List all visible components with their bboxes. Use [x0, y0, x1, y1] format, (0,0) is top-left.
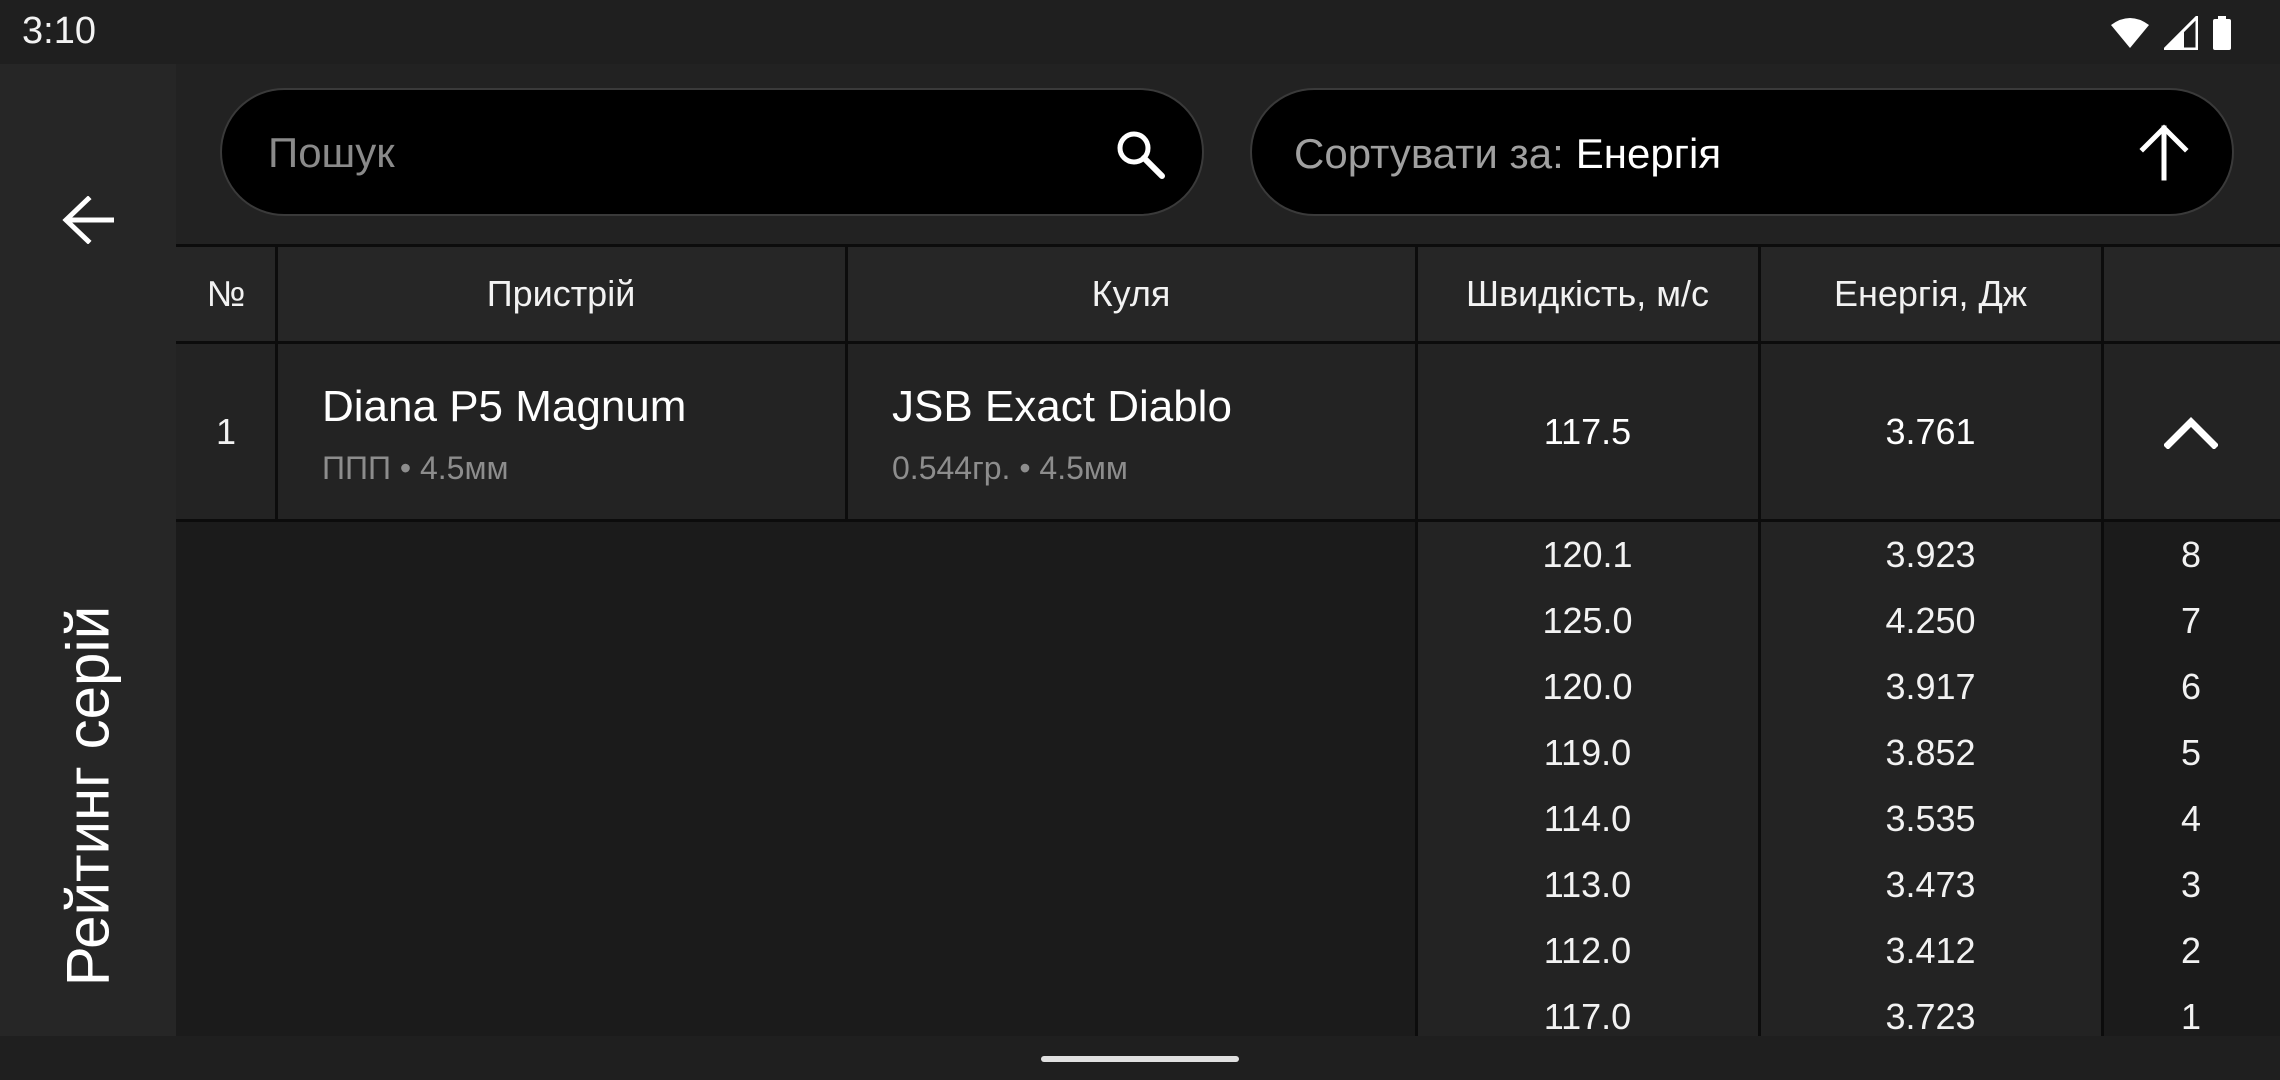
header-extra	[2102, 247, 2280, 341]
shot-row: 125.0 4.250 7	[176, 588, 2280, 654]
shot-energy: 3.723	[1885, 996, 1976, 1036]
header-energy[interactable]: Енергія, Дж	[1759, 247, 2102, 341]
status-icons	[2110, 16, 2232, 50]
divider	[845, 344, 848, 519]
wifi-icon	[2111, 18, 2149, 48]
shot-energy: 4.250	[1885, 600, 1976, 641]
shot-row: 113.0 3.473 3	[176, 852, 2280, 918]
divider	[2101, 247, 2104, 341]
back-button[interactable]	[50, 182, 126, 258]
shot-energy: 3.852	[1885, 732, 1976, 773]
battery-icon	[2213, 16, 2231, 50]
shot-velocity: 114.0	[1543, 798, 1632, 839]
search-bar	[220, 88, 1204, 216]
table-header: № Пристрій Куля Швидкість, м/с Енергія, …	[176, 244, 2280, 344]
shot-index: 7	[2180, 600, 2202, 641]
divider	[1758, 344, 1761, 519]
shot-velocity: 117.0	[1543, 996, 1632, 1036]
bullet-info: 0.544гр. • 4.5мм	[892, 450, 1128, 486]
screen-title: Рейтинг серій	[54, 605, 122, 987]
device-info: ППП • 4.5мм	[322, 450, 509, 486]
bullet-name: JSB Exact Diablo	[892, 382, 1232, 431]
navigation-bar	[0, 1036, 2280, 1080]
shot-list[interactable]: 120.1 3.923 8 125.0 4.250 7 120.0 3.917 …	[176, 522, 2280, 1036]
shot-velocity: 120.1	[1542, 534, 1633, 575]
divider	[1415, 247, 1418, 341]
divider	[845, 247, 848, 341]
collapse-button[interactable]	[2102, 344, 2280, 519]
shot-energy: 3.412	[1885, 930, 1976, 971]
divider	[275, 344, 278, 519]
shot-index: 6	[2180, 666, 2202, 707]
shot-index: 1	[2180, 996, 2202, 1036]
side-rail: Рейтинг серій	[0, 64, 176, 1036]
device-name: Diana P5 Magnum	[322, 382, 687, 431]
cell-signal-icon	[2164, 16, 2198, 50]
sort-label: Сортувати за:	[1294, 130, 1564, 177]
shot-row: 119.0 3.852 5	[176, 720, 2280, 786]
row-number: 1	[215, 410, 237, 452]
chevron-up-icon	[2164, 416, 2218, 449]
search-input[interactable]	[266, 90, 1090, 216]
shot-velocity: 125.0	[1542, 600, 1633, 641]
header-velocity[interactable]: Швидкість, м/с	[1416, 247, 1759, 341]
status-time: 3:10	[22, 10, 96, 52]
shot-energy: 3.923	[1885, 534, 1976, 575]
shot-energy: 3.473	[1885, 864, 1976, 905]
app-screen: 3:10 Рейтинг серій Пошук Сортувати за: Е…	[0, 0, 2280, 1080]
search-icon[interactable]	[1114, 128, 1166, 180]
bullet-cell: JSB Exact Diablo 0.544гр. • 4.5мм	[846, 344, 1416, 519]
device-cell: Diana P5 Magnum ППП • 4.5мм	[276, 344, 846, 519]
divider	[275, 247, 278, 341]
shot-index: 3	[2180, 864, 2202, 905]
shot-energy: 3.535	[1885, 798, 1976, 839]
shot-row: 112.0 3.412 2	[176, 918, 2280, 984]
shot-velocity: 113.0	[1543, 864, 1632, 905]
home-gesture-handle[interactable]	[1041, 1056, 1239, 1062]
ranking-table: № Пристрій Куля Швидкість, м/с Енергія, …	[176, 244, 2280, 1036]
shot-row: 120.0 3.917 6	[176, 654, 2280, 720]
shot-velocity: 112.0	[1543, 930, 1632, 971]
shot-index: 5	[2180, 732, 2202, 773]
sort-value[interactable]: Енергія	[1576, 130, 1721, 177]
shot-index: 4	[2180, 798, 2202, 839]
header-device[interactable]: Пристрій	[276, 247, 846, 341]
shot-energy: 3.917	[1885, 666, 1976, 707]
shot-row: 120.1 3.923 8	[176, 522, 2280, 588]
arrow-up-icon[interactable]	[2134, 122, 2194, 182]
shot-index: 2	[2180, 930, 2202, 971]
energy-value: 3.761	[1885, 410, 1976, 452]
header-bullet[interactable]: Куля	[846, 247, 1416, 341]
shot-row: 114.0 3.535 4	[176, 786, 2280, 852]
sort-label-container: Сортувати за: Енергія	[1294, 130, 1721, 178]
shot-index: 8	[2180, 534, 2202, 575]
header-number[interactable]: №	[176, 247, 276, 341]
shot-velocity: 119.0	[1543, 732, 1632, 773]
shot-row: 117.0 3.723 1	[176, 984, 2280, 1036]
sort-selector[interactable]: Сортувати за: Енергія	[1250, 88, 2234, 216]
divider	[1415, 344, 1418, 519]
table-row[interactable]: 1 Diana P5 Magnum ППП • 4.5мм JSB Exact …	[176, 344, 2280, 522]
shot-velocity: 120.0	[1542, 666, 1633, 707]
divider	[2101, 344, 2104, 519]
toolbar: Сортувати за: Енергія	[176, 64, 2280, 244]
divider	[1758, 247, 1761, 341]
status-bar: 3:10	[0, 0, 2280, 64]
arrow-back-icon	[62, 196, 114, 244]
velocity-value: 117.5	[1543, 410, 1632, 452]
